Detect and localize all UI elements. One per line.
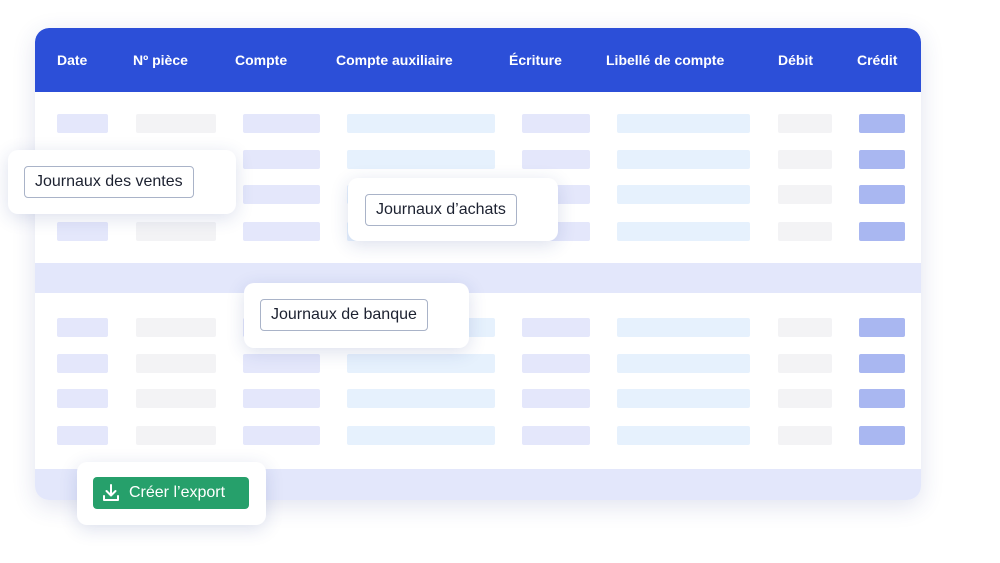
sales-journal-popup: Journaux des ventes <box>8 150 236 214</box>
cell-placeholder <box>778 150 832 169</box>
bank-journal-tag[interactable]: Journaux de banque <box>260 299 428 331</box>
cell-placeholder <box>243 354 320 373</box>
create-export-button[interactable]: Créer l’export <box>93 477 249 509</box>
cell-placeholder <box>522 114 590 133</box>
column-header-debit[interactable]: Débit <box>778 28 813 92</box>
cell-placeholder <box>522 150 590 169</box>
cell-placeholder <box>859 114 905 133</box>
cell-placeholder <box>617 354 750 373</box>
column-header-account-label[interactable]: Libellé de compte <box>606 28 724 92</box>
cell-placeholder <box>617 318 750 337</box>
journal-table: Date Nº pièce Compte Compte auxiliaire É… <box>35 28 921 500</box>
cell-placeholder <box>778 354 832 373</box>
cell-placeholder <box>778 222 832 241</box>
cell-placeholder <box>136 222 216 241</box>
cell-placeholder <box>522 354 590 373</box>
cell-placeholder <box>57 389 108 408</box>
cell-placeholder <box>136 318 216 337</box>
cell-placeholder <box>347 354 495 373</box>
cell-placeholder <box>859 222 905 241</box>
cell-placeholder <box>617 150 750 169</box>
table-header: Date Nº pièce Compte Compte auxiliaire É… <box>35 28 921 92</box>
cell-placeholder <box>617 114 750 133</box>
cell-placeholder <box>778 318 832 337</box>
cell-placeholder <box>778 389 832 408</box>
cell-placeholder <box>57 318 108 337</box>
cell-placeholder <box>136 389 216 408</box>
cell-placeholder <box>617 389 750 408</box>
cell-placeholder <box>347 426 495 445</box>
cell-placeholder <box>617 185 750 204</box>
cell-placeholder <box>522 389 590 408</box>
cell-placeholder <box>136 114 216 133</box>
cell-placeholder <box>617 222 750 241</box>
cell-placeholder <box>617 426 750 445</box>
cell-placeholder <box>859 389 905 408</box>
cell-placeholder <box>347 389 495 408</box>
cell-placeholder <box>859 318 905 337</box>
section-divider <box>35 263 921 293</box>
cell-placeholder <box>243 426 320 445</box>
bank-journal-popup: Journaux de banque <box>244 283 469 348</box>
cell-placeholder <box>243 389 320 408</box>
cell-placeholder <box>778 185 832 204</box>
cell-placeholder <box>522 318 590 337</box>
cell-placeholder <box>243 222 320 241</box>
cell-placeholder <box>57 114 108 133</box>
export-popup: Créer l’export <box>77 462 266 525</box>
cell-placeholder <box>778 426 832 445</box>
cell-placeholder <box>57 222 108 241</box>
column-header-account[interactable]: Compte <box>235 28 287 92</box>
cell-placeholder <box>136 426 216 445</box>
sales-journal-tag[interactable]: Journaux des ventes <box>24 166 194 198</box>
cell-placeholder <box>859 185 905 204</box>
column-header-credit[interactable]: Crédit <box>857 28 897 92</box>
cell-placeholder <box>243 185 320 204</box>
column-header-date[interactable]: Date <box>57 28 87 92</box>
cell-placeholder <box>859 354 905 373</box>
cell-placeholder <box>859 150 905 169</box>
cell-placeholder <box>57 426 108 445</box>
column-header-piece-number[interactable]: Nº pièce <box>133 28 188 92</box>
purchase-journal-popup: Journaux d’achats <box>348 178 558 241</box>
column-header-auxiliary-account[interactable]: Compte auxiliaire <box>336 28 453 92</box>
cell-placeholder <box>778 114 832 133</box>
cell-placeholder <box>859 426 905 445</box>
cell-placeholder <box>57 354 108 373</box>
column-header-entry[interactable]: Écriture <box>509 28 562 92</box>
purchase-journal-tag[interactable]: Journaux d’achats <box>365 194 517 226</box>
cell-placeholder <box>522 426 590 445</box>
cell-placeholder <box>347 114 495 133</box>
cell-placeholder <box>136 354 216 373</box>
download-icon <box>101 483 121 503</box>
cell-placeholder <box>347 150 495 169</box>
create-export-label: Créer l’export <box>129 484 226 501</box>
cell-placeholder <box>243 114 320 133</box>
cell-placeholder <box>243 150 320 169</box>
